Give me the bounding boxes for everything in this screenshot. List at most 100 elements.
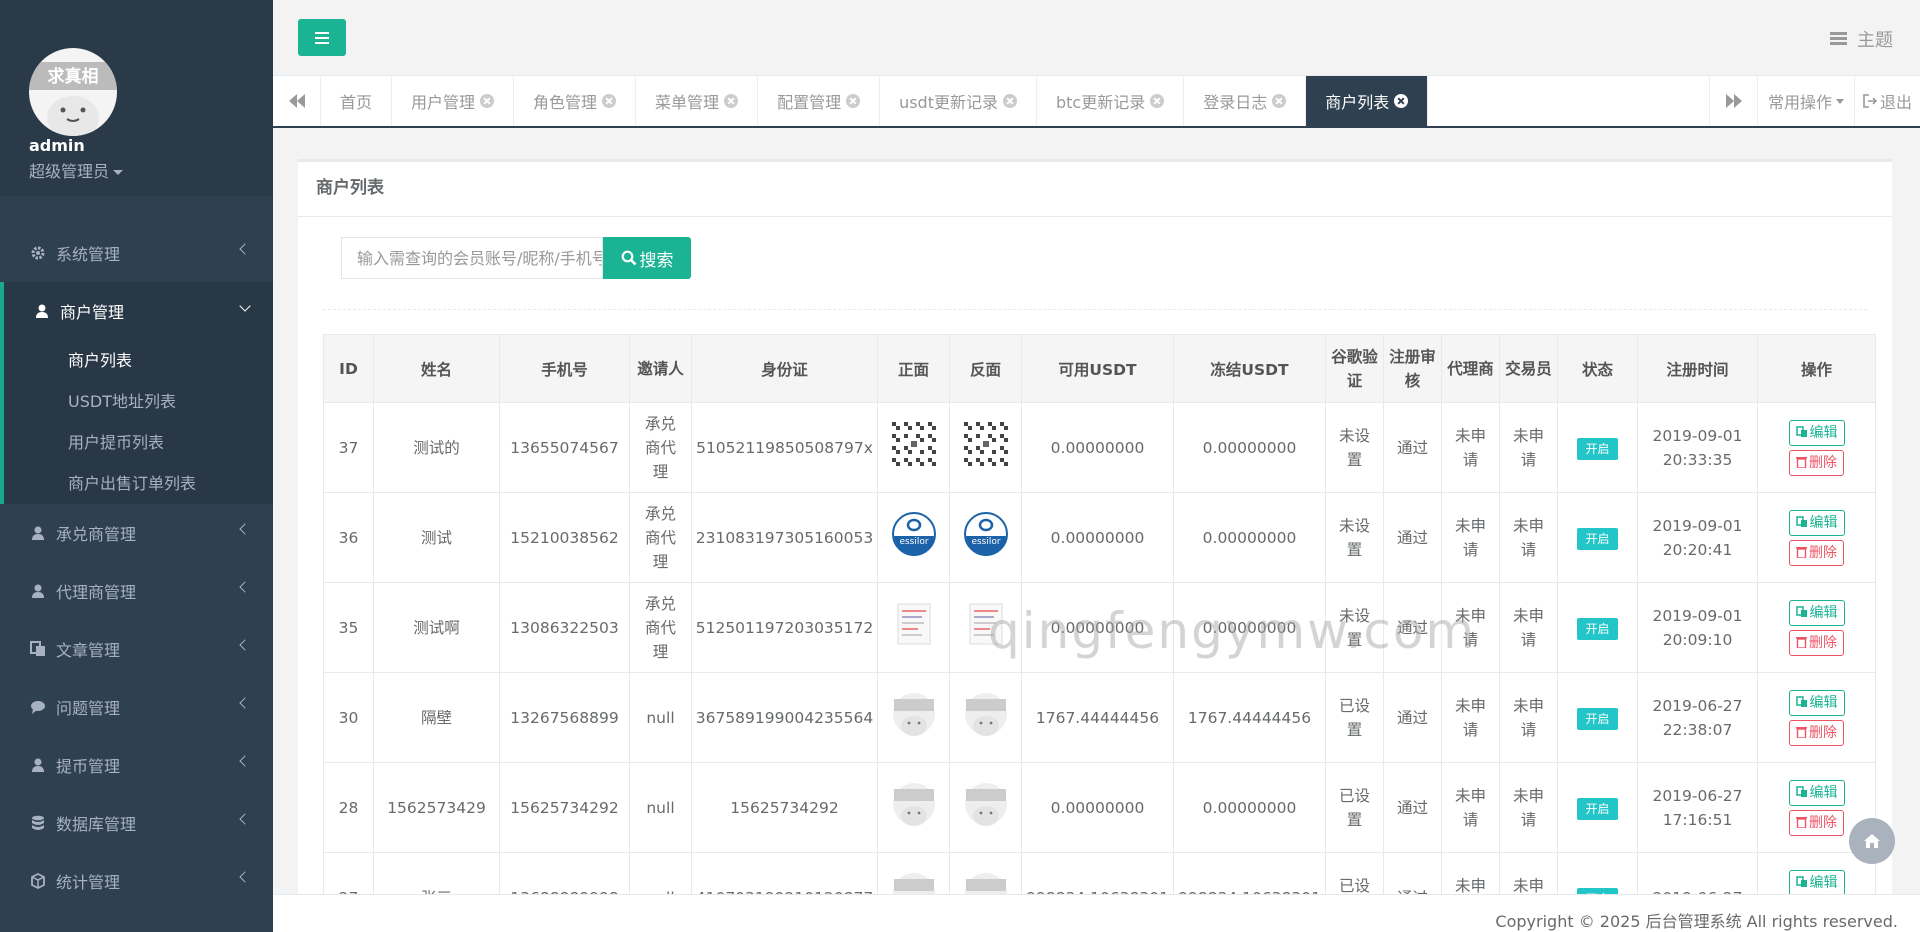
tab-merchant-list[interactable]: 商户列表 bbox=[1306, 76, 1429, 126]
table-row: 27张三13688889998 null 410703199210120877 998… bbox=[323, 852, 1876, 895]
tab-user-management[interactable]: 用户管理 bbox=[392, 76, 515, 126]
sidebar-item-article[interactable]: 文章管理 bbox=[0, 620, 273, 678]
status-badge[interactable]: 开启 bbox=[1577, 617, 1618, 640]
sidebar-item-label: 承兑商管理 bbox=[56, 525, 137, 544]
id-photo-default-avatar[interactable] bbox=[964, 692, 1008, 736]
sidebar-item-label: 代理商管理 bbox=[56, 583, 137, 602]
id-photo-qr-image[interactable] bbox=[963, 422, 1008, 466]
close-icon[interactable] bbox=[846, 94, 861, 108]
tab-config-management[interactable]: 配置管理 bbox=[758, 76, 881, 126]
cell-text: 测试的 bbox=[413, 438, 460, 457]
status-badge[interactable]: 开启 bbox=[1577, 437, 1618, 460]
id-photo-default-avatar[interactable] bbox=[964, 782, 1008, 826]
cell-text: 未申请 bbox=[1512, 426, 1544, 469]
close-icon[interactable] bbox=[1272, 94, 1287, 108]
status-badge[interactable]: 开启 bbox=[1577, 527, 1618, 550]
cell-text: 通过 bbox=[1396, 886, 1429, 895]
tab-home[interactable]: 首页 bbox=[321, 76, 393, 126]
sidebar-item-system[interactable]: 系统管理 bbox=[0, 224, 273, 282]
search-input[interactable] bbox=[341, 237, 603, 279]
cell-actions: 编辑删除 bbox=[1757, 582, 1876, 673]
edit-button[interactable]: 编辑 bbox=[1788, 869, 1845, 894]
content-tabs: 首页 用户管理 角色管理 菜单管理 配置管理 usdt更新记录 btc更新记录 … bbox=[273, 76, 1920, 128]
sidebar-item-withdraw[interactable]: 提币管理 bbox=[0, 736, 273, 794]
submenu-item-sell-orders[interactable]: 商户出售订单列表 bbox=[4, 463, 273, 504]
delete-button[interactable]: 删除 bbox=[1789, 719, 1844, 746]
trash-icon bbox=[1796, 816, 1807, 829]
id-photo-default-avatar[interactable] bbox=[892, 692, 936, 736]
delete-button[interactable]: 删除 bbox=[1789, 809, 1844, 836]
tab-role-management[interactable]: 角色管理 bbox=[514, 76, 637, 126]
sidebar-item-database[interactable]: 数据库管理 bbox=[0, 794, 273, 852]
user-role-dropdown[interactable]: 超级管理员 bbox=[29, 158, 124, 182]
submenu-item-withdraw-list[interactable]: 用户提币列表 bbox=[4, 422, 273, 463]
cell-inviter: null bbox=[629, 852, 692, 894]
cell-inviter: null bbox=[629, 762, 692, 853]
column-header: 手机号 bbox=[499, 334, 630, 403]
tab-usdt-records[interactable]: usdt更新记录 bbox=[880, 76, 1037, 126]
id-photo-qr-image[interactable] bbox=[891, 422, 936, 466]
status-badge[interactable]: 开启 bbox=[1577, 707, 1618, 730]
column-header: 代理商 bbox=[1441, 334, 1500, 403]
id-photo-essilor-image[interactable]: essilor bbox=[891, 512, 936, 556]
close-icon[interactable] bbox=[602, 94, 617, 108]
tab-btc-records[interactable]: btc更新记录 bbox=[1037, 76, 1185, 126]
edit-button[interactable]: 编辑 bbox=[1788, 599, 1845, 626]
status-badge[interactable]: 开启 bbox=[1577, 797, 1618, 820]
tab-label: 首页 bbox=[340, 93, 373, 112]
sidebar-toggle-button[interactable] bbox=[298, 19, 346, 56]
chevron-left-icon bbox=[239, 755, 251, 767]
delete-button[interactable]: 删除 bbox=[1789, 629, 1844, 656]
close-icon[interactable] bbox=[1003, 94, 1017, 108]
cell-inviter: 承兑商代理 bbox=[629, 582, 692, 673]
common-ops-dropdown[interactable]: 常用操作 bbox=[1757, 76, 1854, 126]
edit-button[interactable]: 编辑 bbox=[1788, 779, 1845, 806]
tab-login-log[interactable]: 登录日志 bbox=[1184, 76, 1307, 126]
tabs-scroll-right-button[interactable] bbox=[1709, 76, 1757, 126]
close-icon[interactable] bbox=[1150, 94, 1165, 108]
sidebar-item-label: 数据库管理 bbox=[56, 815, 137, 834]
search-button[interactable]: 搜索 bbox=[603, 237, 691, 279]
edit-button[interactable]: 编辑 bbox=[1788, 419, 1845, 446]
tabs-scroll-left-button[interactable] bbox=[273, 76, 321, 126]
cell-text: 未申请 bbox=[1512, 786, 1544, 829]
sidebar-item-merchant[interactable]: 商户管理 bbox=[0, 282, 273, 340]
submenu-item-usdt-address[interactable]: USDT地址列表 bbox=[4, 381, 273, 422]
cell-inviter: 承兑商代理 bbox=[629, 402, 692, 493]
delete-button[interactable]: 删除 bbox=[1789, 449, 1844, 476]
cell-text: 15625734292 bbox=[730, 798, 839, 817]
id-photo-default-avatar[interactable] bbox=[964, 872, 1008, 894]
column-header: 姓名 bbox=[373, 334, 500, 403]
cell-usdt: 0.00000000 bbox=[1021, 402, 1174, 493]
sidebar-item-statistics[interactable]: 统计管理 bbox=[0, 852, 273, 910]
comment-icon bbox=[31, 701, 45, 714]
close-icon[interactable] bbox=[724, 94, 739, 108]
id-photo-default-avatar[interactable] bbox=[892, 872, 936, 894]
cell-idcard: 510521198505087​97x bbox=[691, 402, 878, 493]
close-icon[interactable] bbox=[480, 94, 495, 108]
submenu-item-merchant-list[interactable]: 商户列表 bbox=[4, 340, 273, 381]
id-photo-essilor-image[interactable]: essilor bbox=[963, 512, 1008, 556]
id-photo-default-avatar[interactable] bbox=[892, 782, 936, 826]
sidebar-item-question[interactable]: 问题管理 bbox=[0, 678, 273, 736]
edit-button[interactable]: 编辑 bbox=[1788, 509, 1845, 536]
delete-button[interactable]: 删除 bbox=[1789, 539, 1844, 566]
search-button-label: 搜索 bbox=[639, 250, 674, 271]
back-to-top-button[interactable] bbox=[1849, 818, 1895, 864]
theme-button[interactable]: 主题 bbox=[1830, 26, 1893, 52]
tab-label: 菜单管理 bbox=[655, 93, 720, 112]
cell-text: 0.00000000 bbox=[1202, 528, 1297, 547]
close-icon[interactable] bbox=[1394, 94, 1409, 108]
id-photo-document-image[interactable] bbox=[892, 602, 936, 646]
tab-menu-management[interactable]: 菜单管理 bbox=[636, 76, 759, 126]
sidebar-item-acceptor[interactable]: 承兑商管理 bbox=[0, 504, 273, 562]
user-avatar[interactable]: 求真相 bbox=[29, 48, 117, 136]
edit-button[interactable]: 编辑 bbox=[1788, 689, 1845, 716]
copy-icon bbox=[1795, 695, 1807, 707]
cell-text: 已设置 bbox=[1338, 696, 1370, 739]
cell-id: 30 bbox=[323, 672, 374, 763]
sidebar-item-agent[interactable]: 代理商管理 bbox=[0, 562, 273, 620]
register-date: 2019-09-01 bbox=[1652, 426, 1743, 445]
logout-button[interactable]: 退出 bbox=[1854, 76, 1920, 126]
gear-icon bbox=[31, 246, 45, 260]
